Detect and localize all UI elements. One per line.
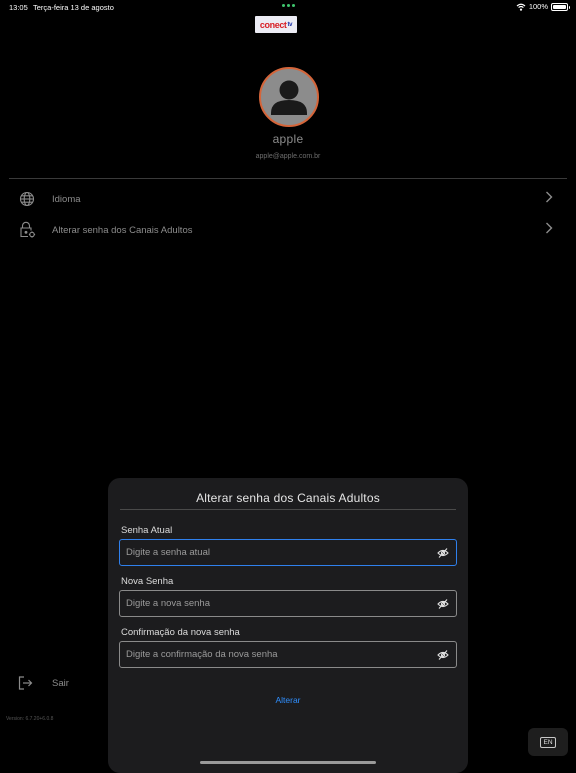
eye-off-icon[interactable]: [437, 547, 449, 559]
profile-name: apple: [272, 132, 304, 146]
globe-icon: [12, 191, 42, 207]
confirm-password-label: Confirmação da nova senha: [121, 627, 240, 638]
menu-item-label: Idioma: [52, 193, 81, 205]
battery-icon: [551, 2, 570, 11]
status-time: 13:05: [9, 3, 28, 12]
menu-item-alterar-senha[interactable]: Alterar senha dos Canais Adultos: [9, 215, 567, 245]
new-password-field: [119, 590, 457, 617]
logo-text-main: conect: [259, 19, 287, 30]
profile-email: apple@apple.com.br: [255, 153, 321, 160]
modal-divider: [120, 509, 456, 510]
chevron-right-icon: [545, 190, 553, 208]
chevron-right-icon: [545, 221, 553, 239]
app-version: Version: 6.7.20+6.0.8: [6, 716, 54, 722]
lock-settings-icon: [12, 221, 42, 239]
user-icon: [271, 80, 307, 115]
logout-label: Sair: [52, 677, 69, 689]
home-indicator[interactable]: [200, 761, 376, 764]
status-right: 100%: [516, 2, 570, 11]
multitasking-dots-icon[interactable]: [282, 4, 295, 7]
battery-percent: 100%: [528, 2, 548, 11]
modal-title: Alterar senha dos Canais Adultos: [196, 491, 380, 505]
new-password-label: Nova Senha: [121, 576, 174, 587]
avatar[interactable]: [259, 67, 319, 127]
confirm-password-field: [119, 641, 457, 668]
wifi-icon: [516, 3, 526, 11]
app-logo: conect tv: [255, 16, 297, 33]
language-code: EN: [540, 736, 556, 748]
divider: [9, 178, 567, 179]
status-date: Terça-feira 13 de agosto: [33, 3, 114, 12]
language-button[interactable]: EN: [528, 728, 568, 756]
current-password-input[interactable]: [126, 540, 426, 565]
menu-item-idioma[interactable]: Idioma: [9, 184, 567, 214]
eye-off-icon[interactable]: [437, 649, 449, 661]
logo-text-tv: tv: [287, 21, 293, 28]
logout-button[interactable]: Sair: [18, 676, 69, 690]
alterar-button[interactable]: Alterar: [108, 695, 468, 705]
new-password-input[interactable]: [126, 591, 426, 616]
logout-icon: [18, 676, 33, 690]
current-password-label: Senha Atual: [121, 525, 173, 536]
change-password-modal: Alterar senha dos Canais Adultos Senha A…: [108, 478, 468, 773]
menu-item-label: Alterar senha dos Canais Adultos: [52, 224, 193, 236]
confirm-password-input[interactable]: [126, 642, 426, 667]
current-password-field: [119, 539, 457, 566]
eye-off-icon[interactable]: [437, 598, 449, 610]
